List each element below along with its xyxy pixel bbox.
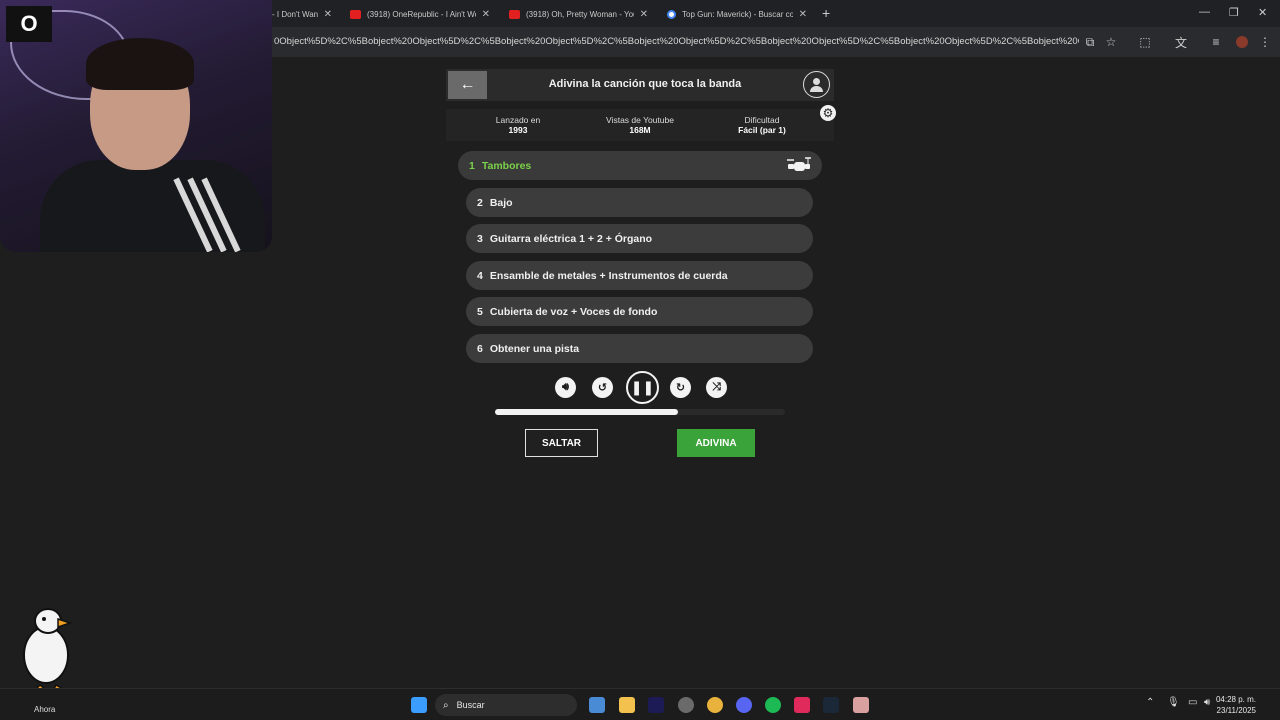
stem-label: Obtener una pista (489, 342, 580, 355)
google-icon (667, 9, 676, 19)
media-controls-icon[interactable]: ≡ (1209, 35, 1223, 49)
app-icon[interactable] (678, 697, 694, 713)
release-year-info: Lanzado en 1993 (495, 115, 541, 135)
weather-widget[interactable]: Ahora (14, 695, 55, 714)
close-tab-icon[interactable]: ✕ (482, 9, 490, 20)
url-field[interactable]: 0Object%5D%2C%5Bobject%20Object%5D%2C%5B… (274, 36, 1079, 47)
profile-avatar[interactable] (1236, 36, 1248, 48)
bookmark-star-icon[interactable]: ☆ (1104, 35, 1118, 49)
task-view-icon[interactable] (589, 697, 605, 713)
steam-icon[interactable] (823, 697, 839, 713)
search-icon: ⌕ (443, 699, 449, 711)
streamer-hair (86, 38, 194, 90)
hint-button[interactable]: 6 Obtener una pista (466, 334, 813, 363)
windows-taskbar: Ahora ⌕ Buscar ⌃ 🎙︎ ▭ 🔊︎ 04:28 p. m. 23/… (0, 688, 1280, 720)
drum-kit-icon (787, 157, 811, 171)
skip-button[interactable]: SALTAR (525, 429, 598, 457)
close-tab-icon[interactable]: ✕ (640, 9, 648, 20)
youtube-icon (509, 9, 520, 19)
back-button[interactable]: ← (448, 71, 487, 99)
show-hidden-icons[interactable]: ⌃ (1146, 697, 1154, 708)
settings-gear-icon[interactable]: ⚙ (820, 105, 836, 121)
system-clock[interactable]: 04:28 p. m. 23/11/2025 (1216, 694, 1256, 716)
playback-progress-bar[interactable] (495, 409, 785, 415)
maximize-icon[interactable]: ❐ (1229, 6, 1239, 19)
stem-item-2[interactable]: 2 Bajo (466, 188, 813, 217)
browser-tab[interactable]: - I Don't Wan ✕ (264, 4, 340, 24)
page-title: Adivina la canción que toca la banda (548, 78, 742, 90)
translate-icon[interactable]: 文 (1174, 35, 1188, 50)
windows-start-icon[interactable] (411, 697, 427, 713)
user-icon (813, 78, 820, 85)
menu-kebab-icon[interactable]: ⋮ (1258, 35, 1272, 49)
close-window-icon[interactable]: ✕ (1258, 6, 1267, 19)
close-tab-icon[interactable]: ✕ (799, 9, 807, 20)
app-icon[interactable] (853, 697, 869, 713)
youtube-views-info: Vistas de Youtube 168M (606, 115, 674, 135)
rewind-5-button[interactable]: ↺ (592, 377, 613, 398)
microphone-icon[interactable]: 🎙︎ (1167, 697, 1180, 708)
shuffle-icon: ⤨ (712, 381, 721, 393)
stem-label: Guitarra eléctrica 1 + 2 + Órgano (489, 232, 653, 245)
minimize-icon[interactable]: — (1199, 6, 1210, 18)
pause-icon: ❚❚ (630, 379, 655, 395)
volume-button[interactable]: 🔊︎ (555, 377, 576, 398)
stem-item-1[interactable]: 1 Tambores (458, 151, 822, 180)
stem-label: Bajo (489, 196, 513, 209)
speaker-icon: 🔊︎ (562, 381, 569, 393)
game-header: ← Adivina la canción que toca la banda (446, 69, 834, 101)
discord-icon[interactable] (736, 697, 752, 713)
file-explorer-icon[interactable] (619, 697, 635, 713)
stem-label: Tambores (481, 159, 532, 172)
streamer-logo: O (6, 6, 52, 42)
extensions-icon[interactable]: ⬚ (1138, 35, 1152, 49)
forward-5-button[interactable]: ↻ (670, 377, 691, 398)
guess-button[interactable]: ADIVINA (677, 429, 755, 457)
new-tab-button[interactable]: + (822, 5, 830, 21)
difficulty-info: Dificultad Fácil (par 1) (738, 115, 786, 135)
arrow-left-icon: ← (459, 76, 476, 93)
browser-tab[interactable]: (3918) OneRepublic - I Ain't Wo ✕ (342, 4, 498, 24)
stem-label: Cubierta de voz + Voces de fondo (489, 305, 658, 318)
network-icon[interactable]: ▭ (1188, 697, 1197, 708)
progress-fill (495, 409, 678, 415)
install-app-icon[interactable]: ⧉ (1083, 35, 1097, 49)
duck-mascot-image (23, 608, 73, 694)
shuffle-off-button[interactable]: ⤨ (706, 377, 727, 398)
taskbar-search[interactable]: ⌕ Buscar (435, 694, 577, 716)
youtube-icon (350, 9, 361, 19)
pause-button[interactable]: ❚❚ (626, 371, 659, 404)
tiktok-icon[interactable] (794, 697, 810, 713)
stem-label: Ensamble de metales + Instrumentos de cu… (489, 269, 728, 282)
stem-item-5[interactable]: 5 Cubierta de voz + Voces de fondo (466, 297, 813, 326)
user-profile-button[interactable] (803, 71, 830, 98)
forward-5-icon: ↻ (675, 382, 686, 394)
chrome-icon[interactable] (707, 697, 723, 713)
spotify-icon[interactable] (765, 697, 781, 713)
song-info-bar: Lanzado en 1993 Vistas de Youtube 168M D… (446, 109, 834, 141)
stem-item-4[interactable]: 4 Ensamble de metales + Instrumentos de … (466, 261, 813, 290)
browser-tab[interactable]: (3918) Oh, Pretty Woman - You ✕ (501, 4, 656, 24)
browser-tab[interactable]: Top Gun: Maverick) - Buscar co ✕ (659, 4, 815, 24)
premiere-pro-icon[interactable] (648, 697, 664, 713)
close-tab-icon[interactable]: ✕ (324, 9, 332, 20)
stem-item-3[interactable]: 3 Guitarra eléctrica 1 + 2 + Órgano (466, 224, 813, 253)
rewind-5-icon: ↺ (597, 382, 608, 394)
webcam-overlay: O (0, 0, 272, 252)
volume-icon[interactable]: 🔊︎ (1204, 697, 1210, 708)
